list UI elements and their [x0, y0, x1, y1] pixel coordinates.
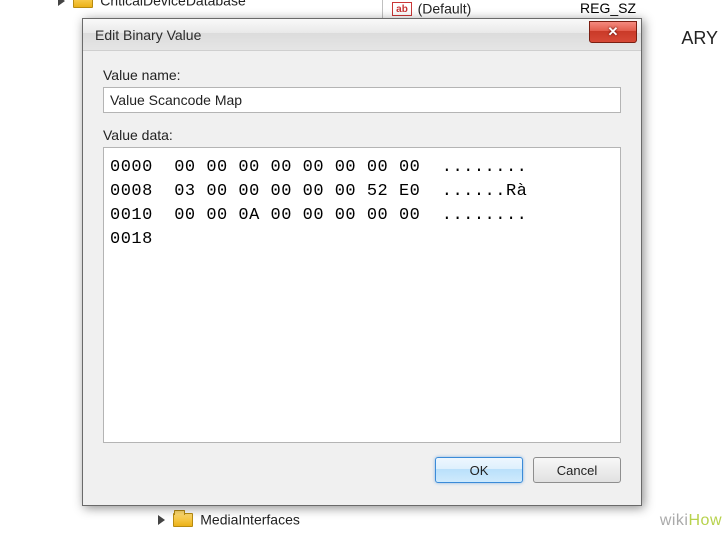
tree-item-bottom: MediaInterfaces	[158, 511, 300, 528]
chevron-right-icon	[158, 515, 165, 525]
value-type-default: REG_SZ	[580, 0, 636, 16]
folder-icon	[73, 0, 93, 8]
watermark-suffix: How	[688, 512, 722, 529]
truncated-text-right: ARY	[681, 28, 718, 49]
value-data-label: Value data:	[103, 127, 621, 143]
string-value-icon	[392, 2, 412, 16]
watermark-prefix: wiki	[660, 512, 689, 529]
edit-binary-value-dialog: Edit Binary Value ✕ Value name: Value da…	[82, 18, 642, 506]
ok-button[interactable]: OK	[435, 457, 523, 483]
value-row-default: (Default)	[392, 0, 471, 17]
dialog-button-row: OK Cancel	[103, 457, 621, 483]
close-button[interactable]: ✕	[589, 21, 637, 43]
chevron-right-icon	[58, 0, 65, 6]
value-name-label: Value name:	[103, 67, 621, 83]
value-name-input[interactable]	[103, 87, 621, 113]
dialog-title: Edit Binary Value	[95, 27, 589, 43]
cancel-button[interactable]: Cancel	[533, 457, 621, 483]
dialog-body: Value name: Value data: 0000 00 00 00 00…	[83, 51, 641, 497]
watermark: wikiHow	[660, 512, 722, 530]
tree-item-top: CriticalDeviceDatabase	[58, 0, 246, 9]
column-divider	[382, 0, 383, 20]
close-icon: ✕	[608, 24, 619, 40]
tree-label-top: CriticalDeviceDatabase	[100, 0, 246, 9]
folder-icon	[173, 513, 193, 527]
value-data-hex-editor[interactable]: 0000 00 00 00 00 00 00 00 00 ........ 00…	[103, 147, 621, 443]
dialog-titlebar[interactable]: Edit Binary Value ✕	[83, 19, 641, 51]
value-name-default: (Default)	[418, 1, 472, 17]
tree-label-bottom: MediaInterfaces	[200, 512, 300, 528]
